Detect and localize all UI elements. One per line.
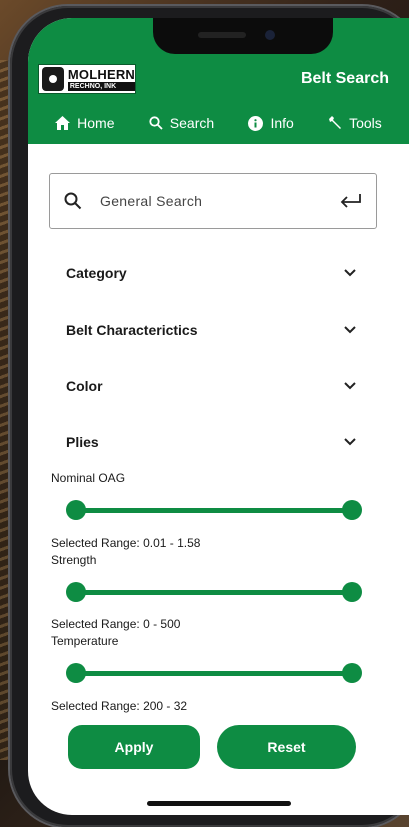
strength-range-slider[interactable] — [66, 582, 362, 602]
nav-label-search: Search — [169, 115, 215, 131]
company-logo[interactable]: MOLHERN RECHNO, INK — [38, 64, 136, 94]
temperature-range-text: Selected Range: 200 - 32 — [51, 699, 188, 713]
search-icon — [149, 116, 163, 130]
slider-max-handle[interactable] — [342, 663, 362, 683]
info-icon — [248, 115, 264, 131]
slider-min-handle[interactable] — [66, 663, 86, 683]
apply-button[interactable]: Apply — [68, 725, 200, 769]
nav-label-tools: Tools — [349, 115, 382, 131]
section-label-color: Color — [66, 378, 103, 394]
enter-return-icon[interactable] — [340, 193, 362, 209]
chevron-down-icon — [344, 438, 356, 446]
belt-roll-icon — [42, 67, 64, 91]
reset-button[interactable]: Reset — [217, 725, 356, 769]
section-color[interactable]: Color — [66, 375, 356, 397]
nav-item-info[interactable]: Info — [248, 115, 294, 131]
chevron-down-icon — [344, 326, 356, 334]
section-belt-characteristics[interactable]: Belt Characterictics — [66, 319, 356, 341]
temperature-range-slider[interactable] — [66, 663, 362, 683]
chevron-down-icon — [344, 382, 356, 390]
nominal-oag-range-text: Selected Range: 0.01 - 1.58 — [51, 536, 201, 550]
page-title: Belt Search — [300, 70, 389, 87]
slider-min-handle[interactable] — [66, 582, 86, 602]
slider-label-nominal-oag: Nominal OAG — [51, 471, 126, 485]
slider-label-strength: Strength — [51, 553, 97, 567]
strength-range-text: Selected Range: 0 - 500 — [51, 617, 181, 631]
general-search-input[interactable]: General Search — [49, 173, 377, 229]
section-plies[interactable]: Plies — [66, 431, 356, 453]
section-label-category: Category — [66, 265, 127, 281]
nominal-oag-range-slider[interactable] — [66, 500, 362, 520]
slider-track — [76, 508, 352, 513]
section-label-belt-characteristics: Belt Characterictics — [66, 322, 198, 338]
logo-main-text: MOLHERN — [67, 66, 135, 82]
nav-label-home: Home — [77, 115, 115, 131]
logo-text: MOLHERN RECHNO, INK — [67, 66, 135, 91]
nav-label-info: Info — [270, 115, 294, 131]
search-placeholder: General Search — [100, 193, 203, 209]
wrench-icon — [329, 116, 342, 129]
nav-item-tools[interactable]: Tools — [328, 115, 382, 131]
nav-item-search[interactable]: Search — [149, 115, 214, 131]
home-icon — [55, 116, 71, 130]
nav-bar: Home Search Info Tools — [28, 112, 409, 134]
app-screen: MOLHERN RECHNO, INK Belt Search Home Sea… — [28, 18, 409, 815]
speaker-grille — [198, 32, 246, 38]
search-icon — [64, 192, 82, 210]
section-category[interactable]: Category — [66, 262, 356, 284]
home-indicator[interactable] — [147, 801, 291, 806]
phone-notch — [153, 18, 333, 54]
slider-track — [76, 590, 352, 595]
slider-min-handle[interactable] — [66, 500, 86, 520]
slider-track — [76, 671, 352, 676]
front-camera — [265, 30, 275, 40]
nav-item-home[interactable]: Home — [55, 115, 115, 131]
section-label-plies: Plies — [66, 434, 99, 450]
chevron-down-icon — [344, 269, 356, 277]
slider-max-handle[interactable] — [342, 500, 362, 520]
logo-sub-text: RECHNO, INK — [67, 81, 135, 91]
slider-max-handle[interactable] — [342, 582, 362, 602]
slider-label-temperature: Temperature — [51, 634, 119, 648]
